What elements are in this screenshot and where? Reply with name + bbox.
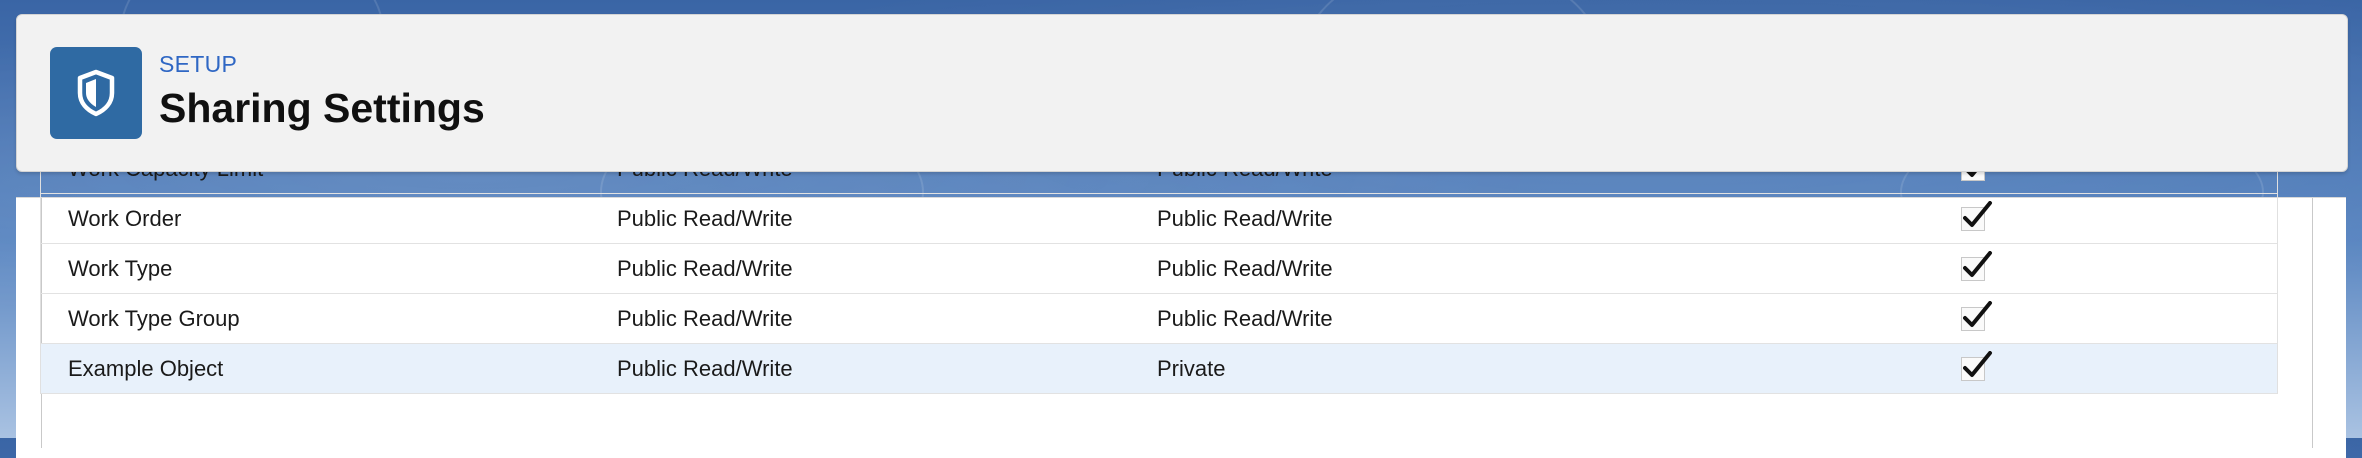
checkmark-icon xyxy=(1961,201,1992,232)
checkmark-icon xyxy=(1961,251,1992,282)
grant-access-hierarchy-cell xyxy=(1961,351,1992,383)
object-name-cell: Example Object xyxy=(68,356,224,381)
default-external-access-cell: Public Read/Write xyxy=(1157,206,1333,231)
table-row: Example Object Public Read/Write Private xyxy=(41,344,2277,394)
breadcrumb[interactable]: SETUP xyxy=(159,51,237,78)
table-row: Work Type Group Public Read/Write Public R… xyxy=(41,294,2277,344)
grant-access-hierarchy-cell xyxy=(1961,251,1992,283)
table-row: Work Order Public Read/Write Public Read/W… xyxy=(41,194,2277,244)
default-internal-access-cell: Public Read/Write xyxy=(617,206,793,231)
default-external-access-cell: Private xyxy=(1157,356,1226,381)
sharing-settings-table: Work Capacity LimitPublic Read/WritePubl… xyxy=(40,151,2278,394)
page-header: SETUP Sharing Settings xyxy=(16,14,2348,172)
object-name-cell: Work Order xyxy=(68,206,182,231)
default-internal-access-cell: Public Read/Write xyxy=(617,256,793,281)
default-internal-access-cell: Public Read/Write xyxy=(617,306,793,331)
checkmark-icon xyxy=(1961,301,1992,332)
object-name-cell: Work Type xyxy=(68,256,173,281)
table-row: Work Type Public Read/Write Public Read/Wr… xyxy=(41,244,2277,294)
default-external-access-cell: Public Read/Write xyxy=(1157,306,1333,331)
object-name-cell: Work Type Group xyxy=(68,306,240,331)
grant-access-hierarchy-cell xyxy=(1961,301,1992,333)
default-internal-access-cell: Public Read/Write xyxy=(617,356,793,381)
page-title: Sharing Settings xyxy=(159,85,485,131)
default-external-access-cell: Public Read/Write xyxy=(1157,256,1333,281)
checkmark-icon xyxy=(1961,351,1992,382)
shield-icon xyxy=(50,47,142,139)
grant-access-hierarchy-cell xyxy=(1961,201,1992,233)
